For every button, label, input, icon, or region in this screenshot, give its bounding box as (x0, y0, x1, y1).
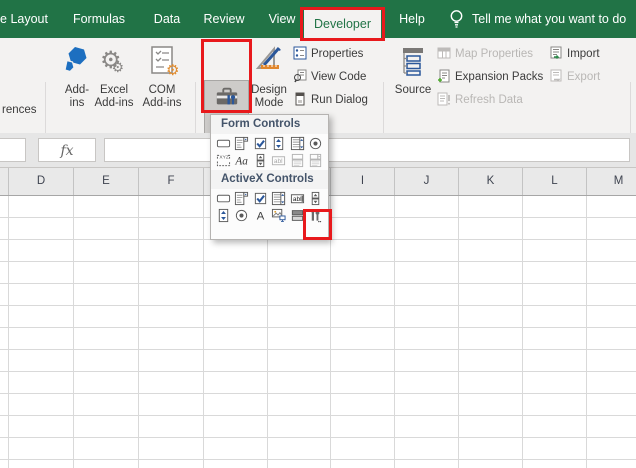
export-icon (549, 69, 563, 86)
form-controls-grid: XYZ Aa abl (211, 134, 328, 170)
expansion-packs-icon (437, 69, 451, 86)
expansion-packs-button[interactable]: Expansion Packs (437, 69, 543, 85)
form-spin-button-icon[interactable] (270, 135, 289, 152)
formula-input[interactable] (104, 138, 630, 162)
grid-line (394, 196, 395, 468)
source-button[interactable]: Source (392, 84, 434, 97)
activex-list-box-icon[interactable] (270, 190, 289, 207)
activex-combo-box-icon[interactable] (233, 190, 252, 207)
column-header-F[interactable]: F (138, 168, 203, 195)
activex-more-controls-icon[interactable] (307, 207, 326, 224)
svg-text:abl: abl (293, 196, 302, 203)
svg-text:⚙: ⚙ (166, 62, 179, 77)
grid-line (586, 196, 587, 468)
import-icon (549, 46, 563, 63)
lightbulb-icon (449, 9, 464, 34)
svg-text:XYZ: XYZ (219, 155, 228, 161)
excel-addins-icon: ⚙⚙ (100, 46, 134, 75)
properties-button[interactable]: Properties (293, 46, 363, 62)
form-text-field-icon[interactable]: abl (270, 152, 289, 169)
map-properties-button: Map Properties (437, 46, 533, 62)
activex-scroll-bar-icon[interactable] (307, 190, 326, 207)
fx-icon: fx (39, 139, 95, 163)
svg-text:abl: abl (274, 158, 283, 165)
form-combo-list-edit-icon[interactable] (288, 152, 307, 169)
form-controls-header: Form Controls (211, 115, 328, 134)
form-group-box-icon[interactable]: XYZ (214, 152, 233, 169)
insert-controls-dropdown: Form Controls XYZAaabl ActiveX Controls … (210, 114, 329, 240)
form-combo-dropdown-edit-icon[interactable] (307, 152, 326, 169)
column-header-I[interactable]: I (330, 168, 394, 195)
form-button-icon[interactable] (214, 135, 233, 152)
grid-line (458, 196, 459, 468)
grid-line (203, 196, 204, 468)
xml-source-icon (397, 46, 427, 81)
activex-controls-header: ActiveX Controls (211, 170, 328, 189)
refresh-data-icon (437, 92, 451, 109)
tab-review[interactable]: Review (197, 0, 251, 38)
tab-formulas[interactable]: Formulas (70, 0, 128, 38)
grid-line (73, 196, 74, 468)
tab-developer[interactable]: Developer (304, 10, 381, 38)
use-relative-references-partial[interactable]: rences (2, 102, 37, 118)
grid-line (8, 196, 9, 468)
activex-command-button-icon[interactable] (214, 190, 233, 207)
activex-check-box-icon[interactable] (251, 190, 270, 207)
tab-page-layout[interactable]: e Layout (0, 0, 48, 38)
activex-image-icon[interactable] (270, 207, 289, 224)
tab-help[interactable]: Help (392, 0, 432, 38)
design-mode-button[interactable]: DesignMode (248, 84, 290, 109)
form-option-button-icon[interactable] (307, 135, 326, 152)
activex-spin-button-icon[interactable] (214, 207, 233, 224)
com-addins-icon: ⚙ (148, 45, 180, 82)
column-header-D[interactable]: D (8, 168, 73, 195)
activex-controls-grid: abl A (211, 189, 328, 225)
export-button: Export (549, 69, 600, 85)
activex-text-box-icon[interactable]: abl (288, 190, 307, 207)
activex-toggle-button-icon[interactable] (288, 207, 307, 224)
run-dialog-icon (293, 92, 307, 109)
form-label-icon[interactable]: Aa (233, 152, 252, 169)
insert-toolbox-icon (214, 84, 240, 115)
form-combo-box-icon[interactable] (233, 135, 252, 152)
tab-view[interactable]: View (262, 0, 302, 38)
column-header-K[interactable]: K (458, 168, 522, 195)
column-header-M[interactable]: M (586, 168, 636, 195)
activex-option-button-icon[interactable] (233, 207, 252, 224)
grid-line (138, 196, 139, 468)
com-addins-button[interactable]: COMAdd-ins (140, 84, 184, 109)
map-properties-icon (437, 46, 451, 63)
svg-text:A: A (257, 211, 265, 223)
grid-line (330, 196, 331, 468)
run-dialog-button[interactable]: Run Dialog (293, 92, 368, 108)
addins-button[interactable]: Add-ins (57, 84, 97, 109)
form-scroll-bar-icon[interactable] (251, 152, 270, 169)
form-list-box-icon[interactable] (288, 135, 307, 152)
activex-label-icon[interactable]: A (251, 207, 270, 224)
refresh-data-button: Refresh Data (437, 92, 523, 108)
column-header-E[interactable]: E (73, 168, 138, 195)
column-header-J[interactable]: J (394, 168, 458, 195)
form-check-box-icon[interactable] (251, 135, 270, 152)
import-button[interactable]: Import (549, 46, 600, 62)
column-header-L[interactable]: L (522, 168, 586, 195)
name-box[interactable] (0, 138, 26, 162)
excel-window: e Layout Formulas Data Review View Help … (0, 0, 636, 468)
addins-icon (62, 44, 92, 79)
design-mode-icon (254, 44, 284, 79)
view-code-icon (293, 69, 307, 86)
view-code-button[interactable]: View Code (293, 69, 366, 85)
insert-function-button[interactable]: fx (38, 138, 96, 162)
grid-line (522, 196, 523, 468)
tab-data[interactable]: Data (148, 0, 186, 38)
tell-me-box[interactable]: Tell me what you want to do (472, 0, 634, 38)
tab-developer-label: Developer (304, 10, 381, 38)
excel-addins-button[interactable]: ExcelAdd-ins (92, 84, 136, 109)
properties-icon (293, 46, 307, 63)
svg-text:Aa: Aa (235, 156, 249, 168)
